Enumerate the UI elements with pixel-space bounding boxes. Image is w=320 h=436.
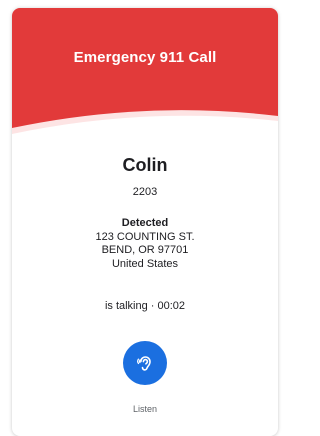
listen-button[interactable] — [123, 341, 167, 385]
header-title: Emergency 911 Call — [73, 49, 217, 66]
location-label: Detected — [121, 217, 169, 229]
address-country: United States — [111, 257, 179, 270]
location-block: Detected 123 COUNTING ST. BEND, OR 97701… — [12, 217, 278, 271]
header-wave-background — [12, 8, 278, 134]
address-city: BEND, OR 97701 — [101, 244, 189, 256]
emergency-call-card: Emergency 911 Call Colin 2203 Detected 1… — [12, 8, 278, 436]
caller-name: Colin — [122, 155, 168, 175]
ear-listen-icon — [137, 356, 151, 371]
card-header: Emergency 911 Call — [12, 8, 278, 138]
call-status: is talking · 00:02 — [104, 300, 186, 312]
caller-extension: 2203 — [132, 186, 158, 198]
listen-label: Listen — [132, 404, 158, 414]
address-street: 123 COUNTING ST. — [95, 230, 195, 243]
